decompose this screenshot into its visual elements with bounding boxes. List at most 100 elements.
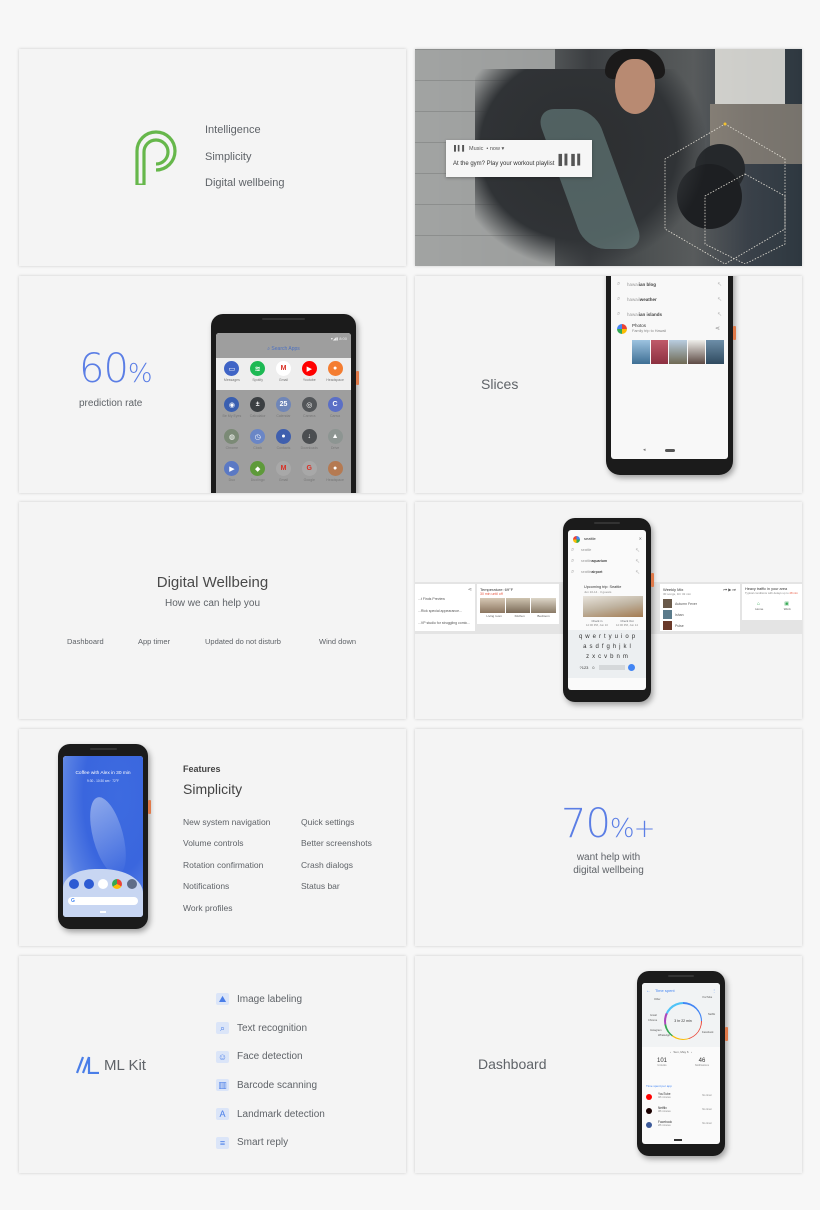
key-r[interactable]: r: [599, 634, 601, 640]
playback-controls[interactable]: ⏮ ▶ ⏭: [724, 587, 737, 592]
app-icon-duo[interactable]: ▶ Duo: [220, 461, 244, 482]
google-search-bar[interactable]: G: [68, 897, 138, 905]
photo-thumbnail[interactable]: [669, 340, 687, 364]
fill-arrow-icon[interactable]: ↖: [717, 311, 722, 318]
app-icon-gmail[interactable]: M Gmail: [271, 461, 295, 482]
play-store-icon[interactable]: [97, 879, 108, 889]
search-key[interactable]: [627, 664, 635, 671]
app-icon-chrome[interactable]: ◍ Chrome: [220, 429, 244, 450]
slide-features-simplicity[interactable]: Coffee with Alex in 30 min 9:30 - 10:30 …: [19, 729, 406, 946]
search-suggestion[interactable]: ⌕ seattle ↖: [571, 545, 640, 555]
photo-thumbnail[interactable]: [632, 340, 650, 364]
photo-thumbnail[interactable]: [687, 340, 705, 364]
share-icon[interactable]: ⋖: [468, 587, 472, 593]
key-u[interactable]: u: [615, 634, 618, 640]
room-photo[interactable]: [531, 598, 557, 613]
fill-arrow-icon[interactable]: ↖: [717, 281, 722, 288]
key-g[interactable]: g: [606, 644, 609, 650]
key-i[interactable]: i: [621, 634, 622, 640]
app-icon-spotify[interactable]: ≋ Spotify: [246, 361, 270, 382]
photo-thumbnail[interactable]: [706, 340, 724, 364]
key-w[interactable]: w: [585, 634, 589, 640]
news-slice-card[interactable]: ⋖ ...t Finds Preview ...Rick special app…: [415, 584, 475, 631]
temperature-slice-card[interactable]: Temperature: 69°F 30 min until off Livin…: [477, 584, 559, 624]
slide-prediction-rate[interactable]: 60% prediction rate ▾◢▮ 8:00 ⌕ Search Ap…: [19, 276, 406, 493]
home-pill[interactable]: [100, 911, 106, 913]
app-icon-downloads[interactable]: ↓ Downloads: [297, 429, 321, 450]
app-icon-camera[interactable]: ◎ Camera: [297, 397, 321, 418]
app-icon-google[interactable]: G Google: [297, 461, 321, 482]
room-photo[interactable]: [480, 598, 505, 613]
app-icon-drive[interactable]: ▲ Drive: [323, 429, 347, 450]
fill-arrow-icon[interactable]: ↖: [635, 547, 640, 554]
slide-slices[interactable]: Slices ⌕hawaiian airlines↖⌕hawaiian blog…: [415, 276, 802, 493]
slide-android-p[interactable]: Intelligence Simplicity Digital wellbein…: [19, 49, 406, 266]
app-icon-youtube[interactable]: ▶ Youtube: [297, 361, 321, 382]
photo-thumbnail[interactable]: [650, 340, 668, 364]
fill-arrow-icon[interactable]: ↖: [635, 558, 640, 565]
traffic-slice-card[interactable]: Heavy traffic in your area Typical condi…: [742, 584, 802, 620]
app-timer-dropdown[interactable]: No timer: [702, 1122, 712, 1125]
date-selector[interactable]: ‹ Sun, May 6 ›: [642, 1050, 720, 1054]
key-v[interactable]: v: [604, 654, 607, 660]
key-e[interactable]: e: [593, 634, 596, 640]
app-usage-row[interactable]: YouTube 48 minutes No timer: [646, 1091, 716, 1103]
slide-dashboard[interactable]: Dashboard ← Time spent ⋮ 3 hr 22 min Oth…: [415, 956, 802, 1173]
key-b[interactable]: b: [610, 654, 613, 660]
back-arrow-icon[interactable]: ←: [646, 988, 651, 994]
room-photo[interactable]: [505, 598, 531, 613]
music-slice-card[interactable]: Weekly Mix 30 songs, 1hr 32 min ⏮ ▶ ⏭ Au…: [660, 584, 740, 631]
search-apps-field[interactable]: ⌕ Search Apps: [216, 346, 351, 352]
key-l[interactable]: l: [630, 644, 631, 650]
key-d[interactable]: d: [595, 644, 598, 650]
key-z[interactable]: z: [586, 654, 589, 660]
slide-digital-wellbeing[interactable]: Digital Wellbeing How we can help you Da…: [19, 502, 406, 719]
key-n[interactable]: n: [617, 654, 620, 660]
key-x[interactable]: x: [592, 654, 595, 660]
app-usage-row[interactable]: Netflix 38 minutes No timer: [646, 1105, 716, 1117]
app-icon-headspace[interactable]: ● Headspace: [323, 361, 347, 382]
key-s[interactable]: s: [589, 644, 592, 650]
trip-photo[interactable]: [583, 596, 643, 617]
search-suggestion[interactable]: ⌕ hawai ian islands ↖: [617, 307, 722, 322]
home-pill[interactable]: [665, 449, 675, 452]
key-a[interactable]: a: [583, 644, 586, 650]
chrome-icon[interactable]: [112, 879, 123, 889]
key-t[interactable]: t: [604, 634, 606, 640]
more-options-icon[interactable]: ⋮: [712, 988, 716, 993]
app-icon-messages[interactable]: ▭ Messages: [220, 361, 244, 382]
slide-search-slices[interactable]: ⋖ ...t Finds Preview ...Rick special app…: [415, 502, 802, 719]
search-suggestion[interactable]: ⌕ hawaii weather ↖: [617, 292, 722, 307]
key-p[interactable]: p: [632, 634, 635, 640]
app-icon-be-my-eyes[interactable]: ◉ Be My Eyes: [220, 397, 244, 418]
back-icon[interactable]: ◂: [643, 447, 646, 453]
share-icon[interactable]: ⋖: [715, 325, 720, 332]
slide-survey-stat[interactable]: 70%+ want help with digital wellbeing: [415, 729, 802, 946]
app-icon-clock[interactable]: ◷ Clock: [246, 429, 270, 450]
key-k[interactable]: k: [624, 644, 627, 650]
home-pill[interactable]: [674, 1139, 682, 1141]
app-timer-dropdown[interactable]: No timer: [702, 1094, 712, 1097]
phone-icon[interactable]: [69, 879, 80, 889]
key-q[interactable]: q: [579, 634, 582, 640]
app-icon-gmail[interactable]: M Gmail: [271, 361, 295, 382]
key-h[interactable]: h: [613, 644, 616, 650]
camera-icon[interactable]: [126, 879, 137, 889]
key-c[interactable]: c: [598, 654, 601, 660]
app-icon-headspace[interactable]: ● Headspace: [323, 461, 347, 482]
app-icon-canva[interactable]: C Canva: [323, 397, 347, 418]
app-icon-contacts[interactable]: ● Contacts: [271, 429, 295, 450]
search-suggestion[interactable]: ⌕ hawai ian blog ↖: [617, 277, 722, 292]
app-icon-calculator[interactable]: ± Calculator: [246, 397, 270, 418]
search-suggestion[interactable]: ⌕ seattle airport ↖: [571, 567, 640, 577]
app-timer-dropdown[interactable]: No timer: [702, 1108, 712, 1111]
music-notification[interactable]: ▌▍▌ Music • now ▾ At the gym? Play your …: [446, 140, 592, 177]
app-icon-calendar[interactable]: 25 Calendar: [271, 397, 295, 418]
symbols-key[interactable]: ?123: [580, 665, 589, 670]
space-key[interactable]: [598, 665, 625, 670]
key-f[interactable]: f: [602, 644, 604, 650]
slide-ml-kit[interactable]: ML Kit ⛰ Image labeling ⌕ Text recognition ☺…: [19, 956, 406, 1173]
key-o[interactable]: o: [625, 634, 628, 640]
fill-arrow-icon[interactable]: ↖: [635, 569, 640, 576]
messages-icon[interactable]: [83, 879, 94, 889]
